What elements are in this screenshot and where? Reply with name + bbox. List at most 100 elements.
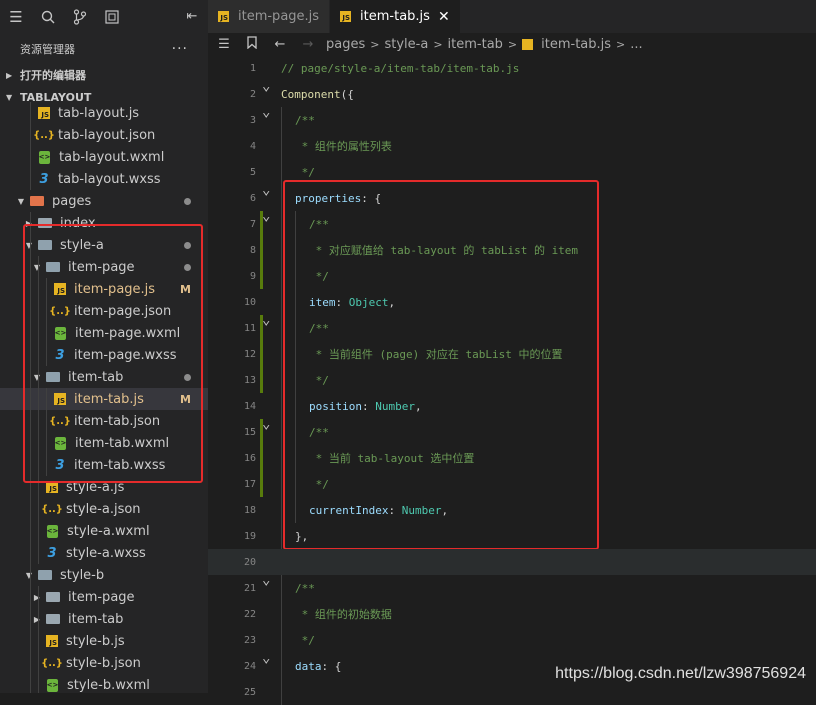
tree-item[interactable]: 3 tab-layout.wxss xyxy=(0,168,208,190)
js-file-icon: JS xyxy=(54,283,66,295)
bookmark-icon[interactable] xyxy=(238,35,266,53)
tab-item-page-js[interactable]: JS item-page.js xyxy=(208,0,331,33)
code-editor[interactable]: 1 // page/style-a/item-tab/item-tab.js 2 ⌄ C… xyxy=(208,55,816,705)
chevron-right-icon[interactable]: ▶ xyxy=(30,593,44,602)
breadcrumb-item[interactable]: item-tab xyxy=(448,37,503,52)
fold-chevron-icon[interactable]: ⌄ xyxy=(262,104,270,120)
code-line[interactable]: 5 */ xyxy=(208,159,816,185)
tree-item[interactable]: {..} item-tab.json xyxy=(0,410,208,432)
close-icon[interactable]: ✕ xyxy=(438,9,450,25)
chevron-right-icon[interactable]: ▶ xyxy=(30,615,44,624)
tree-item[interactable]: {..} item-page.json xyxy=(0,300,208,322)
tree-item[interactable]: <> tab-layout.wxml xyxy=(0,146,208,168)
more-actions-button[interactable]: ··· xyxy=(172,41,188,57)
tree-item[interactable]: ▼ pages xyxy=(0,190,208,212)
chevron-down-icon[interactable]: ▼ xyxy=(22,571,36,580)
code-line[interactable]: 4 * 组件的属性列表 xyxy=(208,133,816,159)
fold-chevron-icon[interactable]: ⌄ xyxy=(262,416,270,432)
indent-guide xyxy=(30,366,31,388)
tree-item[interactable]: JS style-a.js xyxy=(0,476,208,498)
tree-item[interactable]: {..} style-b.json xyxy=(0,652,208,674)
tree-item[interactable]: ▼ style-b xyxy=(0,564,208,586)
search-icon[interactable] xyxy=(32,0,64,33)
code-line[interactable]: 22 * 组件的初始数据 xyxy=(208,601,816,627)
code-line[interactable]: 9 */ xyxy=(208,263,816,289)
code-text: // page/style-a/item-tab/item-tab.js xyxy=(281,62,519,75)
indent-guide xyxy=(38,388,39,410)
code-line[interactable]: 12 * 当前组件 (page) 对应在 tabList 中的位置 xyxy=(208,341,816,367)
tree-item[interactable]: ▼ item-tab xyxy=(0,366,208,388)
tree-item[interactable]: 3 item-tab.wxss xyxy=(0,454,208,476)
code-token: , xyxy=(441,503,449,517)
indent-guide xyxy=(281,367,282,393)
code-line[interactable]: 14 position: Number, xyxy=(208,393,816,419)
fold-chevron-icon[interactable]: ⌄ xyxy=(262,182,270,198)
tree-item[interactable]: 3 style-a.wxss xyxy=(0,542,208,564)
code-line[interactable]: 13 */ xyxy=(208,367,816,393)
code-line[interactable]: 23 */ xyxy=(208,627,816,653)
tree-item[interactable]: JS tab-layout.js xyxy=(0,102,208,124)
chevron-down-icon[interactable]: ▼ xyxy=(14,197,28,206)
fold-chevron-icon[interactable]: ⌄ xyxy=(262,78,270,94)
code-line[interactable]: 19}, xyxy=(208,523,816,549)
breadcrumb-item[interactable]: pages xyxy=(326,37,365,52)
tree-item[interactable]: JS item-page.js M xyxy=(0,278,208,300)
tree-item[interactable]: {..} tab-layout.json xyxy=(0,124,208,146)
code-line[interactable]: 1 // page/style-a/item-tab/item-tab.js xyxy=(208,55,816,81)
folder-icon xyxy=(46,592,60,602)
code-line[interactable]: 11 ⌄ /** xyxy=(208,312,816,341)
breadcrumb-item[interactable]: style-a xyxy=(384,37,428,52)
fold-chevron-icon[interactable]: ⌄ xyxy=(262,650,270,666)
code-line[interactable]: 7 ⌄ /** xyxy=(208,208,816,237)
tree-item[interactable]: ▼ style-a xyxy=(0,234,208,256)
open-editors-section[interactable]: ▶ 打开的编辑器 xyxy=(0,64,208,86)
tree-item[interactable]: ▶ item-tab xyxy=(0,608,208,630)
code-token: , xyxy=(388,295,396,309)
code-line[interactable]: 21 ⌄ /** xyxy=(208,572,816,601)
fold-chevron-icon[interactable]: ⌄ xyxy=(262,572,270,588)
watermark-text: https://blog.csdn.net/lzw398756924 xyxy=(555,665,806,682)
css-file-icon: 3 xyxy=(55,347,65,363)
tree-item[interactable]: <> item-page.wxml xyxy=(0,322,208,344)
js-file-icon: JS xyxy=(340,11,352,22)
tree-item[interactable]: JS item-tab.js M xyxy=(0,388,208,410)
code-text: */ xyxy=(295,166,315,179)
tree-item[interactable]: <> style-b.wxml xyxy=(0,674,208,693)
tree-item[interactable]: <> style-a.wxml xyxy=(0,520,208,542)
code-line[interactable]: 15 ⌄ /** xyxy=(208,416,816,445)
breadcrumb-item[interactable]: ... xyxy=(630,37,642,52)
list-icon[interactable]: ☰ xyxy=(0,0,32,33)
chevron-down-icon[interactable]: ▼ xyxy=(30,373,44,382)
code-line[interactable]: 20 xyxy=(208,549,816,575)
collapse-panel-icon[interactable]: ⇤ xyxy=(176,0,208,33)
arrow-right-icon[interactable]: → xyxy=(294,37,322,52)
tree-item[interactable]: ▶ index xyxy=(0,212,208,234)
breadcrumb-item[interactable]: item-tab.js xyxy=(541,37,611,52)
code-line[interactable]: 6 ⌄ properties: { xyxy=(208,182,816,211)
code-line[interactable]: 8 * 对应赋值给 tab-layout 的 tabList 的 item xyxy=(208,237,816,263)
tree-item[interactable]: 3 item-page.wxss xyxy=(0,344,208,366)
fold-chevron-icon[interactable]: ⌄ xyxy=(262,312,270,328)
fold-chevron-icon[interactable]: ⌄ xyxy=(262,208,270,224)
code-line[interactable]: 18 currentIndex: Number, xyxy=(208,497,816,523)
chevron-down-icon[interactable]: ▼ xyxy=(22,241,36,250)
indent-guide xyxy=(38,608,39,630)
tab-item-tab-js[interactable]: JS item-tab.js ✕ xyxy=(330,0,461,33)
source-control-icon[interactable] xyxy=(64,0,96,33)
tree-item[interactable]: ▼ item-page xyxy=(0,256,208,278)
outline-list-icon[interactable]: ☰ xyxy=(210,37,238,52)
arrow-left-icon[interactable]: ← xyxy=(266,37,294,52)
tree-item[interactable]: <> item-tab.wxml xyxy=(0,432,208,454)
indent-guide xyxy=(281,601,282,627)
extensions-icon[interactable] xyxy=(96,0,128,33)
code-line[interactable]: 16 * 当前 tab-layout 选中位置 xyxy=(208,445,816,471)
tree-item[interactable]: {..} style-a.json xyxy=(0,498,208,520)
code-line[interactable]: 2 ⌄ Component({ xyxy=(208,78,816,107)
code-line[interactable]: 17 */ xyxy=(208,471,816,497)
tree-item[interactable]: JS style-b.js xyxy=(0,630,208,652)
code-line[interactable]: 10 item: Object, xyxy=(208,289,816,315)
code-line[interactable]: 3 ⌄ /** xyxy=(208,104,816,133)
tree-item[interactable]: ▶ item-page xyxy=(0,586,208,608)
chevron-down-icon[interactable]: ▼ xyxy=(30,263,44,272)
chevron-right-icon[interactable]: ▶ xyxy=(22,219,36,228)
